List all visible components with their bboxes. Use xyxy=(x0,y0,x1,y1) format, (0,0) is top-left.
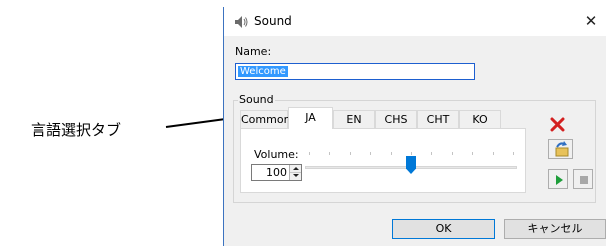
tab-chs[interactable]: CHS xyxy=(375,110,417,128)
volume-value: 100 xyxy=(266,166,287,179)
slider-tick xyxy=(472,152,473,155)
slider-tick xyxy=(513,152,514,155)
tab-cht[interactable]: CHT xyxy=(417,110,459,128)
tab-ko[interactable]: KO xyxy=(459,110,501,128)
volume-slider-thumb[interactable] xyxy=(406,156,416,174)
name-input[interactable]: Welcome xyxy=(235,63,475,80)
cancel-button[interactable]: キャンセル xyxy=(504,219,606,239)
tab-en[interactable]: EN xyxy=(333,110,375,128)
window-title: Sound xyxy=(254,14,292,28)
title-bar: Sound ✕ xyxy=(224,7,606,36)
slider-tick xyxy=(309,152,310,155)
slider-tick xyxy=(452,152,453,155)
sound-dialog: Sound ✕ Name: Welcome Sound Common JA EN… xyxy=(223,7,606,246)
reload-file-icon xyxy=(555,141,569,157)
slider-tick xyxy=(329,152,330,155)
sound-group-label: Sound xyxy=(238,93,275,106)
name-input-value: Welcome xyxy=(238,66,288,77)
volume-slider[interactable] xyxy=(305,152,517,174)
ja-tab-panel: Volume: 100 xyxy=(240,128,526,193)
speaker-icon xyxy=(235,16,248,28)
slider-tick xyxy=(493,152,494,155)
tab-ja[interactable]: JA xyxy=(288,107,333,129)
slider-tick xyxy=(431,152,432,155)
volume-stepper[interactable]: 100 xyxy=(251,164,302,181)
stop-icon xyxy=(580,176,588,184)
red-x-icon xyxy=(550,117,565,132)
ok-button[interactable]: OK xyxy=(392,219,495,239)
tab-common[interactable]: Common xyxy=(240,110,291,128)
volume-label: Volume: xyxy=(254,148,299,161)
delete-button[interactable] xyxy=(547,114,568,135)
spin-up-icon[interactable] xyxy=(290,165,301,173)
play-button[interactable] xyxy=(548,169,568,189)
slider-tick xyxy=(350,152,351,155)
reload-button[interactable] xyxy=(548,139,573,159)
annotation-label: 言語選択タブ xyxy=(31,121,122,139)
stop-button[interactable] xyxy=(573,169,593,189)
spin-down-icon[interactable] xyxy=(290,173,301,180)
slider-tick xyxy=(411,152,412,155)
slider-tick xyxy=(391,152,392,155)
volume-spin-buttons xyxy=(289,165,301,180)
play-icon xyxy=(556,175,563,185)
close-button[interactable]: ✕ xyxy=(576,7,606,36)
slider-tick xyxy=(370,152,371,155)
name-label: Name: xyxy=(235,45,272,58)
